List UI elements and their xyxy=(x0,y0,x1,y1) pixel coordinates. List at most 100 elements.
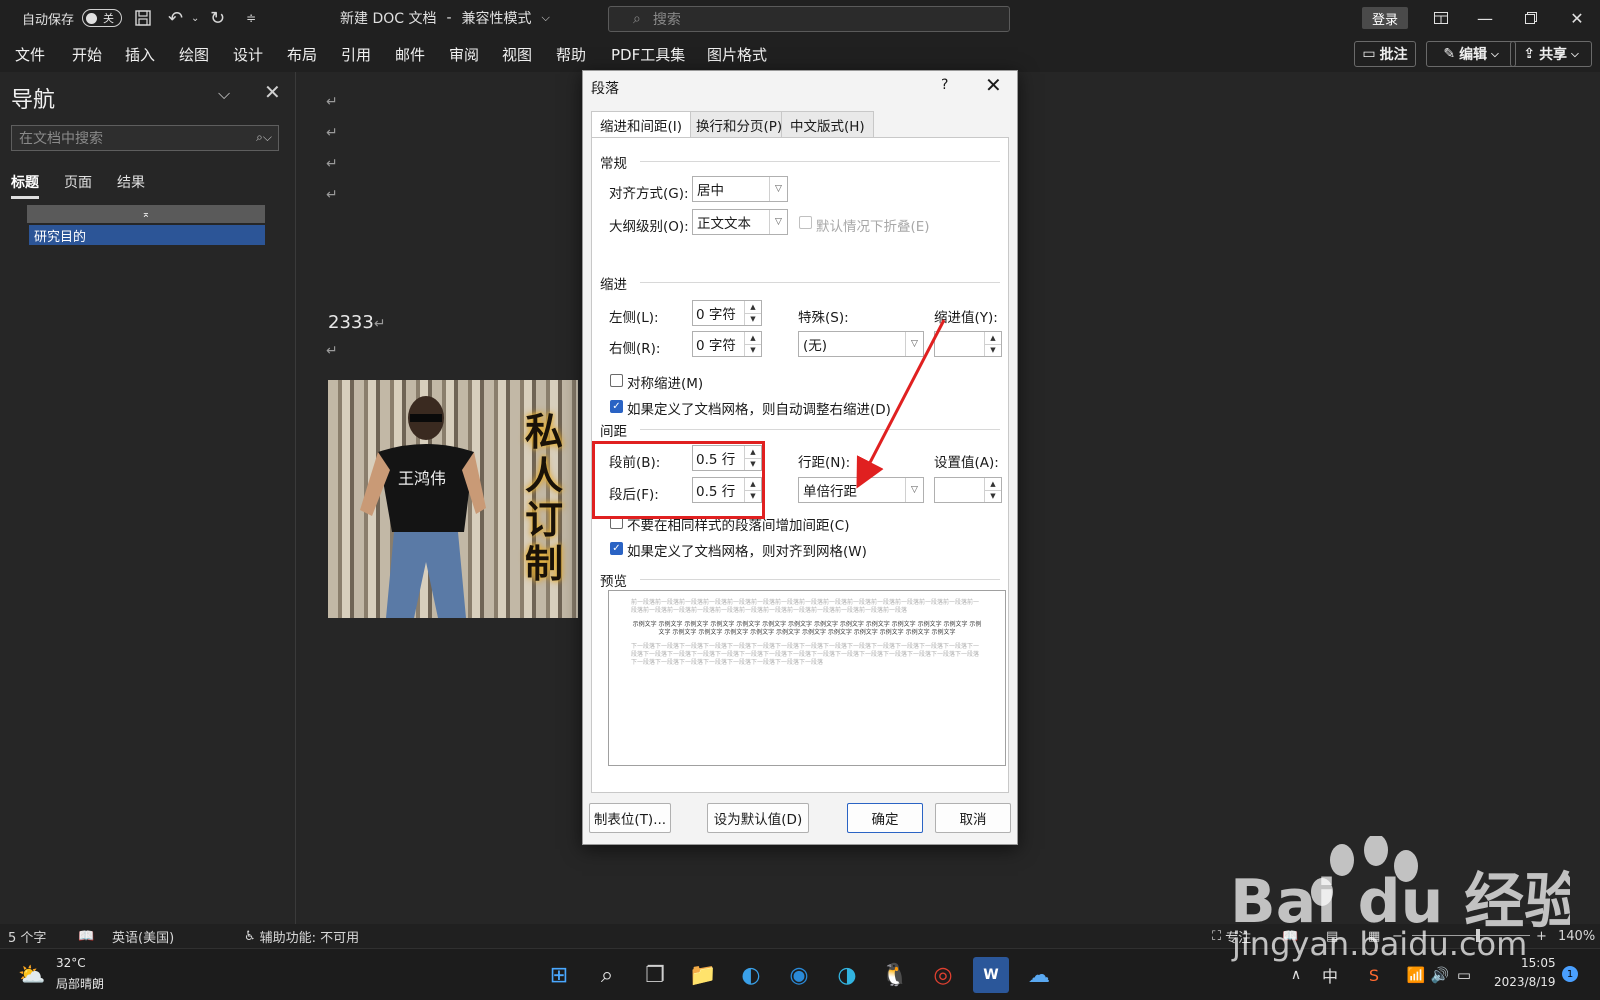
menu-insert[interactable]: 插入 xyxy=(125,36,155,72)
menu-home[interactable]: 开始 xyxy=(72,36,102,72)
notification-badge[interactable]: 1 xyxy=(1562,966,1578,982)
share-button[interactable]: ⇪ 共享 ⌵ xyxy=(1510,41,1592,67)
redo-icon[interactable]: ↻ xyxy=(210,0,225,36)
nav-tab-pages[interactable]: 页面 xyxy=(64,172,92,192)
proofing-icon[interactable]: 📖 xyxy=(78,924,94,948)
menu-mailings[interactable]: 邮件 xyxy=(395,36,425,72)
language-indicator[interactable]: 英语(美国) xyxy=(112,924,174,948)
share-icon: ⇪ xyxy=(1523,46,1536,62)
nav-search-input[interactable]: 在文档中搜索 ⌕⌵ xyxy=(11,125,279,151)
snap-to-grid-label: 如果定义了文档网格，则对齐到网格(W) xyxy=(627,544,867,560)
alignment-select[interactable]: 居中 ▽ xyxy=(692,176,788,202)
spin-down-icon[interactable]: ▼ xyxy=(745,345,761,357)
nav-tab-headings[interactable]: 标题 xyxy=(11,172,39,192)
login-button[interactable]: 登录 xyxy=(1362,7,1408,29)
ok-button[interactable]: 确定 xyxy=(847,803,923,833)
spin-down-icon[interactable]: ▼ xyxy=(985,491,1001,503)
tab-line-page-breaks[interactable]: 换行和分页(P) xyxy=(687,111,792,137)
outline-level-label: 大纲级别(O): xyxy=(609,219,689,235)
dialog-close-icon[interactable]: ✕ xyxy=(985,73,1002,97)
nav-close-icon[interactable]: ✕ xyxy=(264,80,281,104)
alignment-label: 对齐方式(G): xyxy=(609,186,689,202)
comments-button[interactable]: ▭ 批注 xyxy=(1354,41,1416,67)
task-view-icon[interactable]: ❐ xyxy=(637,957,673,993)
menu-help[interactable]: 帮助 xyxy=(556,36,586,72)
search-icon[interactable]: ⌕⌵ xyxy=(256,130,272,145)
customize-toolbar-icon[interactable]: ≑ xyxy=(246,0,256,36)
nav-options-chevron-icon[interactable]: ⌵ xyxy=(218,84,230,104)
close-window-icon[interactable]: ✕ xyxy=(1554,0,1600,36)
inserted-photo[interactable]: 王鸿伟 私人订制 xyxy=(328,380,578,618)
word-count[interactable]: 5 个字 xyxy=(8,924,46,948)
editing-button[interactable]: ✎ 编辑 ⌵ xyxy=(1426,41,1516,67)
mirror-indents-checkbox[interactable] xyxy=(610,374,623,387)
chrome-icon[interactable]: ◎ xyxy=(925,957,961,993)
tabs-button[interactable]: 制表位(T)... xyxy=(589,803,671,833)
autosave-toggle[interactable]: 关 xyxy=(82,9,122,27)
weather-description[interactable]: 局部晴朗 xyxy=(56,975,104,992)
restore-icon[interactable] xyxy=(1508,0,1554,36)
document-title[interactable]: 新建 DOC 文档 - 兼容性模式 ⌵ xyxy=(340,0,550,36)
menu-draw[interactable]: 绘图 xyxy=(179,36,209,72)
set-default-button[interactable]: 设为默认值(D) xyxy=(707,803,809,833)
indent-left-input[interactable]: 0 字符 ▲ ▼ xyxy=(692,300,762,326)
search-icon[interactable]: ⌕ xyxy=(589,957,625,993)
file-explorer-icon[interactable]: 📁 xyxy=(685,957,721,993)
menu-picture-format[interactable]: 图片格式 xyxy=(707,36,767,72)
help-icon[interactable]: ? xyxy=(941,77,948,93)
tab-asian-typography[interactable]: 中文版式(H) xyxy=(781,111,874,137)
nav-heading-item[interactable]: 研究目的 xyxy=(29,225,265,245)
minimize-icon[interactable]: — xyxy=(1462,0,1508,36)
nav-tab-results[interactable]: 结果 xyxy=(117,172,145,192)
menu-view[interactable]: 视图 xyxy=(502,36,532,72)
qq-icon[interactable]: 🐧 xyxy=(877,957,913,993)
menu-design[interactable]: 设计 xyxy=(233,36,263,72)
indent-right-input[interactable]: 0 字符 ▲ ▼ xyxy=(692,331,762,357)
collapse-default-checkbox[interactable] xyxy=(799,216,812,229)
menu-pdf-tools[interactable]: PDF工具集 xyxy=(611,36,685,72)
menu-file[interactable]: 文件 xyxy=(15,36,45,72)
preview-sample-paragraph: 示例文字 示例文字 示例文字 示例文字 示例文字 示例文字 示例文字 示例文字 … xyxy=(632,621,982,636)
word-icon[interactable]: W xyxy=(973,957,1009,993)
auto-adjust-right-indent-checkbox[interactable]: ✓ xyxy=(610,400,623,413)
section-general: 常规 xyxy=(600,156,627,172)
chevron-down-icon: ⌵ xyxy=(541,11,550,24)
indent-right-label: 右侧(R): xyxy=(609,341,661,357)
spin-down-icon[interactable]: ▼ xyxy=(985,345,1001,357)
save-icon[interactable] xyxy=(134,0,152,36)
edge-dev-icon[interactable]: ◐ xyxy=(733,957,769,993)
snap-to-grid-checkbox[interactable]: ✓ xyxy=(610,542,623,555)
spacing-at-label: 设置值(A): xyxy=(934,455,999,471)
ribbon-display-icon[interactable] xyxy=(1418,0,1464,36)
document-text-line[interactable]: 2333↵ xyxy=(328,312,386,333)
spin-up-icon[interactable]: ▲ xyxy=(985,332,1001,345)
line-spacing-select[interactable]: 单倍行距 ▽ xyxy=(798,477,924,503)
search-input[interactable]: ⌕ 搜索 xyxy=(608,6,1010,32)
cancel-button[interactable]: 取消 xyxy=(935,803,1011,833)
cloud-drive-icon[interactable]: ☁ xyxy=(1021,957,1057,993)
edge-icon[interactable]: ◑ xyxy=(829,957,865,993)
weather-temperature[interactable]: 32°C xyxy=(56,956,86,970)
menu-review[interactable]: 审阅 xyxy=(449,36,479,72)
weather-icon[interactable]: ⛅ xyxy=(14,957,50,993)
outline-level-select[interactable]: 正文文本 ▽ xyxy=(692,209,788,235)
accessibility-status[interactable]: ♿ 辅助功能: 不可用 xyxy=(244,924,359,948)
undo-dropdown-icon[interactable]: ⌄ xyxy=(191,0,199,36)
menu-layout[interactable]: 布局 xyxy=(287,36,317,72)
browser-icon[interactable]: ◉ xyxy=(781,957,817,993)
tab-indents-spacing[interactable]: 缩进和间距(I) xyxy=(591,111,692,137)
spin-up-icon[interactable]: ▲ xyxy=(745,332,761,345)
spin-up-icon[interactable]: ▲ xyxy=(745,301,761,314)
shirt-text: 王鸿伟 xyxy=(398,469,446,488)
spacing-at-input[interactable]: ▲ ▼ xyxy=(934,477,1002,503)
spin-down-icon[interactable]: ▼ xyxy=(745,314,761,326)
special-indent-select[interactable]: (无) ▽ xyxy=(798,331,924,357)
indent-by-input[interactable]: ▲ ▼ xyxy=(934,331,1002,357)
clock-date[interactable]: 2023/8/19 xyxy=(1494,975,1556,989)
nav-collapse-bar[interactable]: ⌅ xyxy=(27,205,265,223)
menu-references[interactable]: 引用 xyxy=(341,36,371,72)
text-2333: 2333 xyxy=(328,312,374,333)
start-icon[interactable]: ⊞ xyxy=(541,957,577,993)
spin-up-icon[interactable]: ▲ xyxy=(985,478,1001,491)
undo-icon[interactable]: ↶ xyxy=(168,0,183,36)
